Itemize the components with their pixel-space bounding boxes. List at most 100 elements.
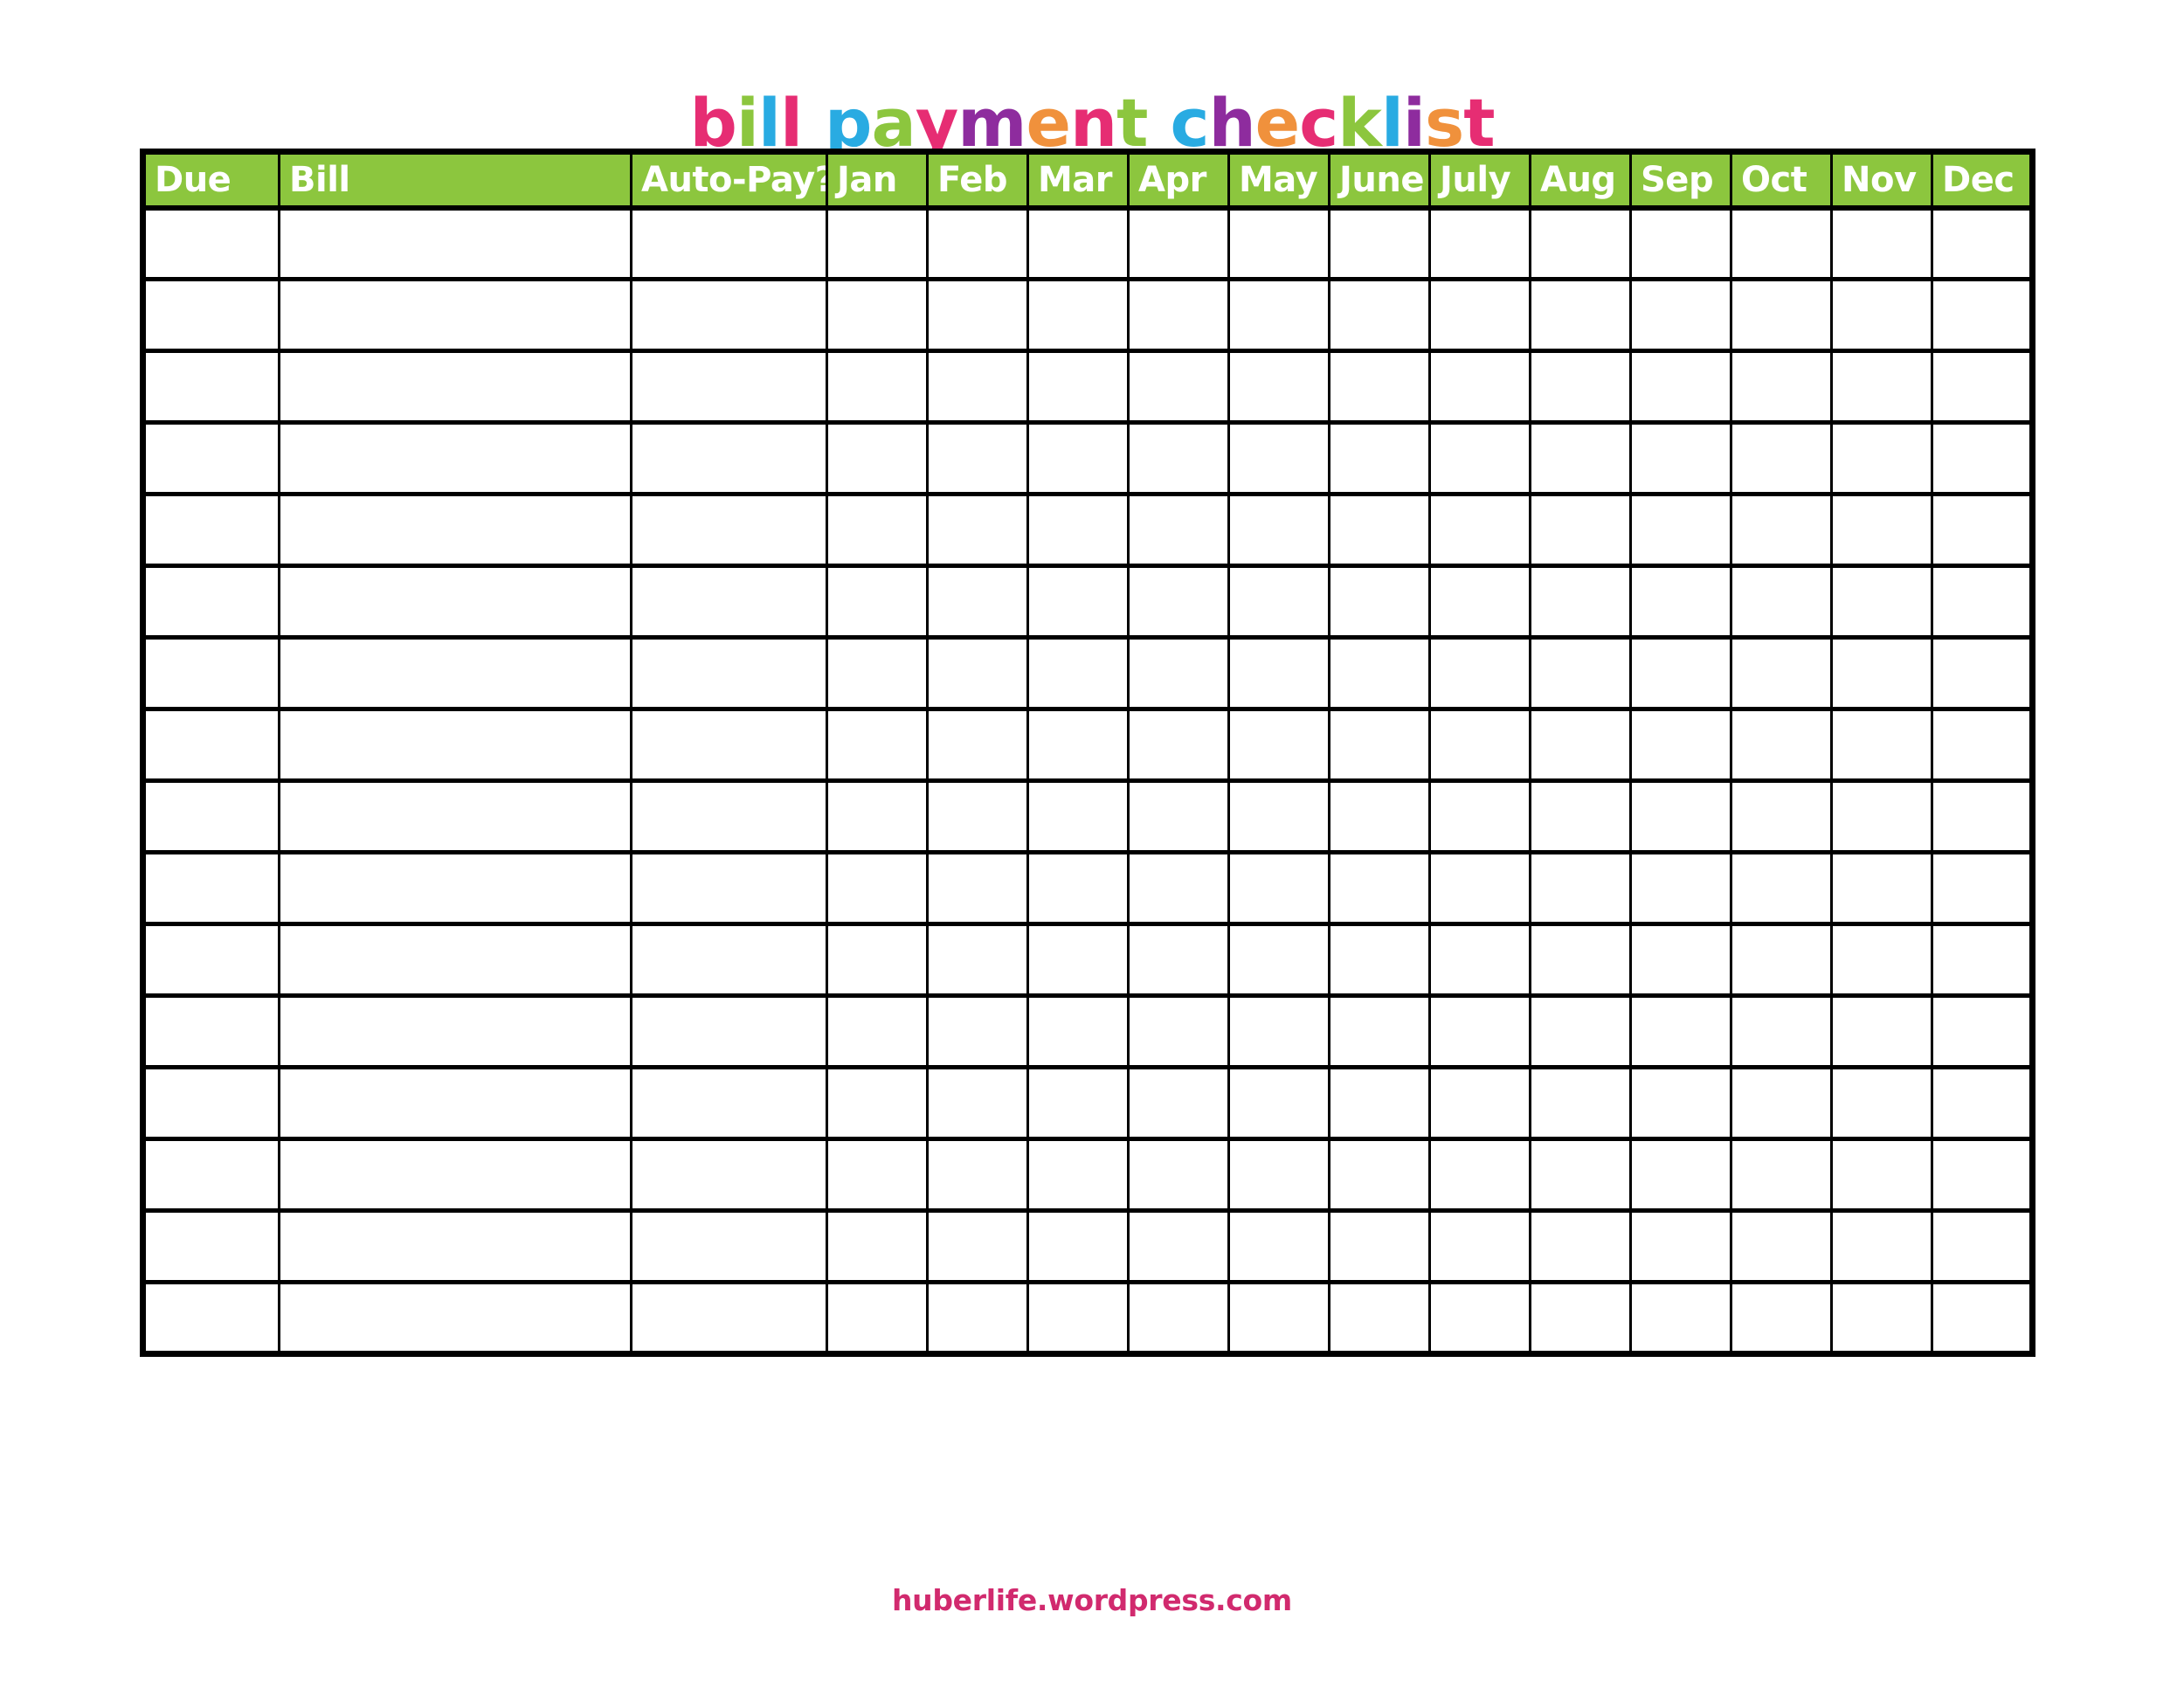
- cell-sep[interactable]: [1629, 778, 1732, 854]
- cell-feb[interactable]: [926, 922, 1029, 998]
- cell-apr[interactable]: [1127, 277, 1230, 353]
- cell-oct[interactable]: [1730, 993, 1833, 1069]
- cell-nov[interactable]: [1830, 993, 1933, 1069]
- cell-june[interactable]: [1328, 1137, 1431, 1213]
- cell-dec[interactable]: [1931, 707, 2033, 783]
- cell-aug[interactable]: [1529, 635, 1632, 711]
- cell-due[interactable]: [142, 993, 280, 1069]
- cell-oct[interactable]: [1730, 1137, 1833, 1213]
- cell-dec[interactable]: [1931, 1065, 2033, 1141]
- cell-dec[interactable]: [1931, 922, 2033, 998]
- cell-jan[interactable]: [826, 1065, 929, 1141]
- cell-due[interactable]: [142, 922, 280, 998]
- cell-feb[interactable]: [926, 420, 1029, 496]
- cell-nov[interactable]: [1830, 707, 1933, 783]
- cell-autopay[interactable]: [630, 1280, 828, 1354]
- cell-july[interactable]: [1428, 492, 1531, 568]
- cell-jan[interactable]: [826, 922, 929, 998]
- cell-feb[interactable]: [926, 1137, 1029, 1213]
- cell-bill[interactable]: [278, 778, 632, 854]
- cell-nov[interactable]: [1830, 635, 1933, 711]
- cell-june[interactable]: [1328, 1065, 1431, 1141]
- cell-nov[interactable]: [1830, 778, 1933, 854]
- cell-june[interactable]: [1328, 635, 1431, 711]
- cell-due[interactable]: [142, 778, 280, 854]
- cell-aug[interactable]: [1529, 1065, 1632, 1141]
- cell-may[interactable]: [1227, 1208, 1330, 1284]
- cell-oct[interactable]: [1730, 420, 1833, 496]
- cell-mar[interactable]: [1026, 420, 1130, 496]
- cell-bill[interactable]: [278, 850, 632, 926]
- cell-jan[interactable]: [826, 707, 929, 783]
- cell-june[interactable]: [1328, 993, 1431, 1069]
- cell-nov[interactable]: [1830, 1208, 1933, 1284]
- cell-nov[interactable]: [1830, 205, 1933, 281]
- cell-autopay[interactable]: [630, 993, 828, 1069]
- cell-mar[interactable]: [1026, 1065, 1130, 1141]
- cell-sep[interactable]: [1629, 349, 1732, 425]
- cell-sep[interactable]: [1629, 850, 1732, 926]
- cell-autopay[interactable]: [630, 492, 828, 568]
- cell-due[interactable]: [142, 277, 280, 353]
- cell-june[interactable]: [1328, 277, 1431, 353]
- cell-aug[interactable]: [1529, 707, 1632, 783]
- cell-may[interactable]: [1227, 635, 1330, 711]
- cell-june[interactable]: [1328, 205, 1431, 281]
- cell-nov[interactable]: [1830, 1065, 1933, 1141]
- cell-oct[interactable]: [1730, 1280, 1833, 1354]
- cell-oct[interactable]: [1730, 1065, 1833, 1141]
- cell-due[interactable]: [142, 635, 280, 711]
- cell-may[interactable]: [1227, 564, 1330, 640]
- cell-feb[interactable]: [926, 635, 1029, 711]
- cell-autopay[interactable]: [630, 1208, 828, 1284]
- cell-jan[interactable]: [826, 778, 929, 854]
- cell-dec[interactable]: [1931, 993, 2033, 1069]
- cell-nov[interactable]: [1830, 349, 1933, 425]
- cell-bill[interactable]: [278, 1208, 632, 1284]
- cell-jan[interactable]: [826, 420, 929, 496]
- cell-autopay[interactable]: [630, 1137, 828, 1213]
- cell-feb[interactable]: [926, 277, 1029, 353]
- cell-june[interactable]: [1328, 420, 1431, 496]
- cell-july[interactable]: [1428, 1280, 1531, 1354]
- cell-sep[interactable]: [1629, 1137, 1732, 1213]
- cell-bill[interactable]: [278, 1137, 632, 1213]
- cell-bill[interactable]: [278, 1280, 632, 1354]
- cell-apr[interactable]: [1127, 1137, 1230, 1213]
- cell-feb[interactable]: [926, 492, 1029, 568]
- cell-june[interactable]: [1328, 492, 1431, 568]
- cell-oct[interactable]: [1730, 707, 1833, 783]
- cell-due[interactable]: [142, 492, 280, 568]
- cell-apr[interactable]: [1127, 707, 1230, 783]
- cell-apr[interactable]: [1127, 778, 1230, 854]
- cell-mar[interactable]: [1026, 707, 1130, 783]
- cell-feb[interactable]: [926, 349, 1029, 425]
- cell-july[interactable]: [1428, 420, 1531, 496]
- cell-jan[interactable]: [826, 993, 929, 1069]
- cell-jan[interactable]: [826, 1137, 929, 1213]
- cell-june[interactable]: [1328, 707, 1431, 783]
- cell-oct[interactable]: [1730, 277, 1833, 353]
- cell-mar[interactable]: [1026, 277, 1130, 353]
- cell-mar[interactable]: [1026, 492, 1130, 568]
- cell-july[interactable]: [1428, 993, 1531, 1069]
- cell-oct[interactable]: [1730, 922, 1833, 998]
- cell-june[interactable]: [1328, 778, 1431, 854]
- cell-mar[interactable]: [1026, 564, 1130, 640]
- cell-apr[interactable]: [1127, 564, 1230, 640]
- cell-jan[interactable]: [826, 564, 929, 640]
- cell-feb[interactable]: [926, 205, 1029, 281]
- cell-may[interactable]: [1227, 1065, 1330, 1141]
- cell-jan[interactable]: [826, 205, 929, 281]
- cell-aug[interactable]: [1529, 1280, 1632, 1354]
- cell-feb[interactable]: [926, 564, 1029, 640]
- cell-oct[interactable]: [1730, 205, 1833, 281]
- cell-feb[interactable]: [926, 1280, 1029, 1354]
- cell-apr[interactable]: [1127, 205, 1230, 281]
- cell-jan[interactable]: [826, 492, 929, 568]
- cell-bill[interactable]: [278, 349, 632, 425]
- cell-due[interactable]: [142, 564, 280, 640]
- cell-due[interactable]: [142, 205, 280, 281]
- cell-autopay[interactable]: [630, 635, 828, 711]
- cell-june[interactable]: [1328, 564, 1431, 640]
